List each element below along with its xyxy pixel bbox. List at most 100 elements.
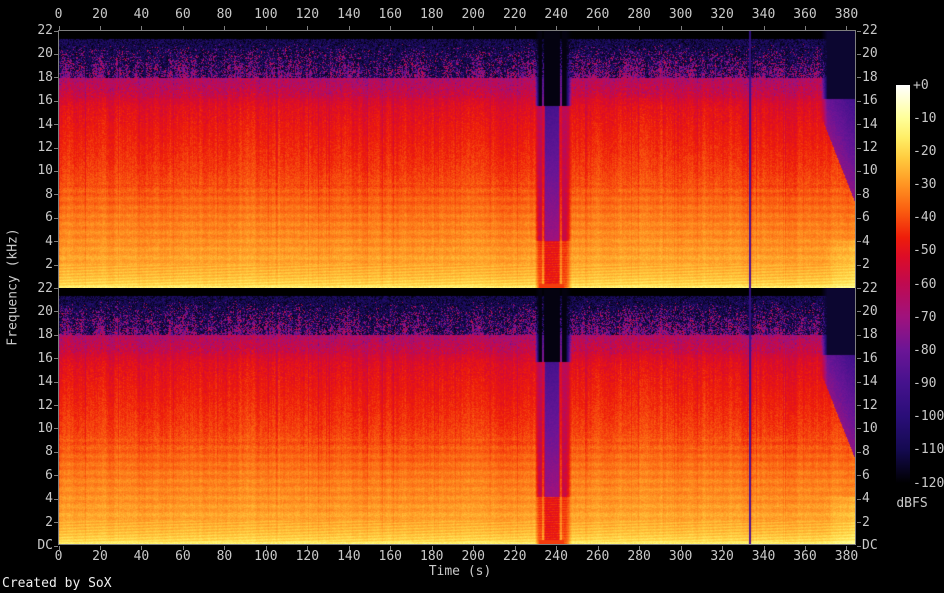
y-tick-right: [857, 522, 861, 523]
y-tick-label-left: 18: [37, 327, 53, 343]
x-tick-label-top: 360: [793, 7, 817, 22]
y-tick-left: [54, 382, 58, 383]
x-tick-label-top: 0: [54, 7, 63, 22]
x-tick-label-bottom: 40: [133, 549, 150, 564]
y-tick-label-left: 12: [37, 397, 53, 413]
x-tick-top: [805, 26, 806, 30]
x-tick-label-top: 200: [461, 7, 485, 22]
y-tick-left: [54, 405, 58, 406]
y-tick-label-right: 12: [862, 140, 878, 156]
y-tick-label-left: 2: [45, 514, 53, 530]
x-tick-label-bottom: 80: [216, 549, 233, 564]
y-tick-label-right: 12: [862, 397, 878, 413]
y-tick-left: [54, 77, 58, 78]
y-tick-left: [54, 335, 58, 336]
colorbar-tick-label: -10: [913, 110, 937, 126]
x-tick-label-bottom: 360: [793, 549, 817, 564]
y-tick-label-left: 22: [37, 280, 53, 296]
x-tick-label-top: 100: [254, 7, 278, 22]
y-tick-right: [857, 452, 861, 453]
x-tick-top: [639, 26, 640, 30]
y-tick-label-right: 2: [862, 257, 870, 273]
y-tick-label-left: 14: [37, 374, 53, 390]
x-tick-top: [473, 26, 474, 30]
y-tick-left: [54, 522, 58, 523]
y-tick-right: [857, 101, 861, 102]
x-tick-label-bottom: 300: [668, 549, 693, 564]
colorbar-title: dBFS: [896, 496, 928, 511]
colorbar-tick-label: -90: [913, 376, 937, 391]
y-tick-label-right: 10: [862, 163, 878, 179]
y-tick-left: [54, 148, 58, 149]
x-tick-top: [59, 26, 60, 30]
x-tick-label-bottom: 140: [337, 549, 361, 564]
colorbar-tick-label: -110: [913, 442, 944, 458]
x-tick-label-top: 120: [295, 7, 320, 22]
y-tick-right: [857, 31, 861, 32]
x-tick-top: [846, 26, 847, 30]
spectrogram-channel-1: [59, 31, 855, 288]
y-tick-left: [54, 358, 58, 359]
colorbar-tick-label: -20: [913, 143, 937, 159]
y-tick-label-left: 8: [45, 186, 53, 202]
y-tick-left: [54, 101, 58, 102]
y-tick-right: [857, 77, 861, 78]
colorbar-tick-label: -50: [913, 243, 937, 259]
x-tick-top: [224, 26, 225, 30]
y-tick-left: [54, 288, 58, 289]
y-tick-label-right: 4: [862, 233, 870, 249]
y-tick-right: [857, 475, 861, 476]
y-tick-left: [54, 124, 58, 125]
y-tick-left: [54, 428, 58, 429]
colorbar-tick-label: -60: [913, 276, 937, 292]
x-tick-label-top: 60: [175, 7, 191, 22]
x-tick-label-bottom: 180: [420, 549, 444, 564]
y-axis-title: Frequency (kHz): [5, 228, 21, 346]
y-tick-label-right: 2: [862, 514, 870, 530]
y-tick-right: [857, 194, 861, 195]
y-tick-label-right: 16: [862, 350, 878, 366]
y-tick-right: [857, 265, 861, 266]
x-tick-top: [266, 26, 267, 30]
colorbar-tick-label: -70: [913, 309, 937, 325]
y-tick-left: [54, 475, 58, 476]
y-tick-label-right: 16: [862, 93, 878, 109]
y-tick-right: [857, 148, 861, 149]
y-tick-label-left: 22: [37, 23, 53, 38]
y-tick-label-right: 14: [862, 374, 878, 390]
y-tick-label-left: 14: [37, 116, 53, 132]
colorbar-tick-label: -40: [913, 210, 937, 226]
y-tick-left: [54, 546, 58, 547]
y-tick-left: [54, 171, 58, 172]
y-tick-label-left: 12: [37, 140, 53, 156]
y-tick-left: [54, 499, 58, 500]
x-tick-label-top: 260: [585, 7, 610, 22]
y-tick-label-left: 18: [37, 69, 53, 85]
y-tick-label-right: 20: [862, 46, 878, 62]
y-tick-right: [857, 288, 861, 289]
y-tick-label-right: 8: [862, 186, 870, 202]
x-tick-label-bottom: 220: [502, 549, 527, 564]
x-tick-top: [722, 26, 723, 30]
y-tick-label-left: 10: [37, 420, 53, 436]
y-tick-label-left: 16: [37, 93, 53, 109]
y-tick-label-left: 20: [37, 303, 53, 319]
colorbar-tick-label: -80: [913, 342, 937, 358]
x-tick-label-bottom: 60: [175, 549, 191, 564]
y-tick-label-right: 6: [862, 467, 870, 483]
x-tick-label-bottom: 160: [378, 549, 403, 564]
x-tick-top: [598, 26, 599, 30]
x-tick-top: [100, 26, 101, 30]
y-tick-right: [857, 241, 861, 242]
y-tick-left: [54, 241, 58, 242]
x-tick-top: [141, 26, 142, 30]
x-tick-label-bottom: 120: [295, 549, 320, 564]
y-tick-label-right: 10: [862, 420, 878, 436]
x-tick-label-bottom: 240: [544, 549, 568, 564]
x-tick-top: [349, 26, 350, 30]
y-tick-label-right: 22: [862, 280, 878, 296]
colorbar-tick-label: +0: [913, 77, 929, 93]
x-tick-top: [183, 26, 184, 30]
x-tick-label-bottom: 260: [585, 549, 610, 564]
y-tick-label-left: 4: [45, 233, 53, 249]
